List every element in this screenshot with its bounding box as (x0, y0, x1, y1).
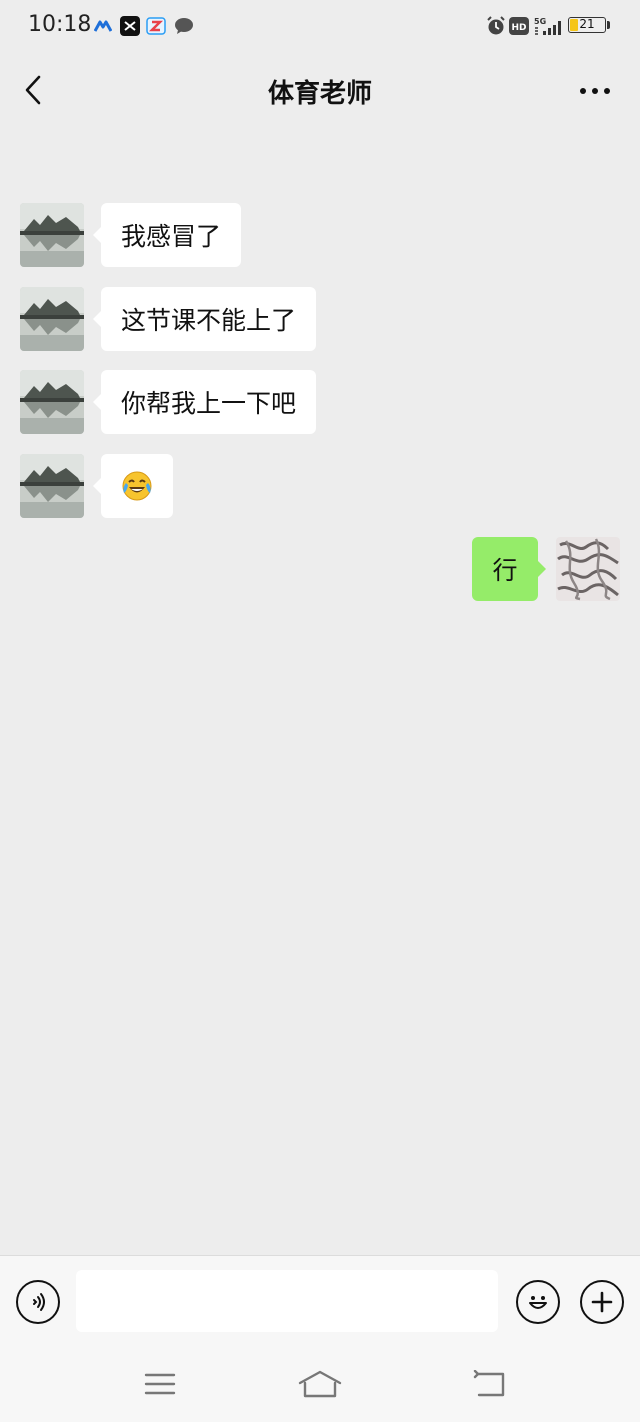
svg-text:HD: HD (511, 23, 526, 33)
battery-text: 21 (579, 17, 595, 31)
message-bubble-sent[interactable]: 行 (472, 537, 546, 601)
contact-avatar[interactable] (20, 203, 84, 267)
contact-avatar[interactable] (20, 370, 84, 434)
status-time: 10:18 (28, 12, 92, 37)
contact-avatar[interactable] (20, 454, 84, 518)
capcut-icon (120, 15, 140, 37)
home-icon (298, 1370, 342, 1398)
back-icon (473, 1370, 505, 1397)
app-icon (146, 15, 166, 37)
chat-header: 体育老师 (0, 55, 640, 127)
svg-text:5G: 5G (534, 17, 546, 26)
more-icon (580, 88, 610, 94)
alarm-icon (486, 15, 506, 37)
system-navigation-bar (0, 1350, 640, 1422)
message-bubble-received[interactable]: 你帮我上一下吧 (92, 370, 317, 434)
plus-icon (591, 1291, 613, 1313)
battery-tip (607, 21, 610, 29)
message-bubble-received[interactable]: 😂 (93, 454, 173, 518)
status-bar: 10:18 HD 5G 21 (0, 0, 640, 52)
message-bubble-received[interactable]: 我感冒了 (92, 203, 242, 267)
menu-button[interactable] (140, 1366, 180, 1402)
home-button[interactable] (298, 1366, 342, 1402)
emoji-icon (529, 1296, 547, 1309)
hd-icon: HD (509, 15, 529, 37)
battery-icon: 21 (568, 17, 606, 33)
signal-icon: 5G (534, 15, 562, 37)
back-nav-button[interactable] (470, 1366, 510, 1402)
more-button[interactable] (572, 73, 618, 109)
my-avatar[interactable] (556, 537, 620, 601)
app-icon (94, 15, 112, 37)
chat-input-bar (0, 1255, 640, 1351)
chat-icon (174, 15, 194, 37)
message-bubble-received[interactable]: 这节课不能上了 (92, 287, 317, 351)
voice-icon (33, 1293, 45, 1311)
laughing-crying-emoji: 😂 (121, 470, 153, 502)
message-input[interactable] (76, 1270, 498, 1332)
voice-button[interactable] (16, 1280, 60, 1324)
contact-avatar[interactable] (20, 287, 84, 351)
emoji-button[interactable] (516, 1280, 560, 1324)
chat-title: 体育老师 (267, 79, 372, 109)
plus-button[interactable] (580, 1280, 624, 1324)
menu-icon (144, 1373, 176, 1395)
